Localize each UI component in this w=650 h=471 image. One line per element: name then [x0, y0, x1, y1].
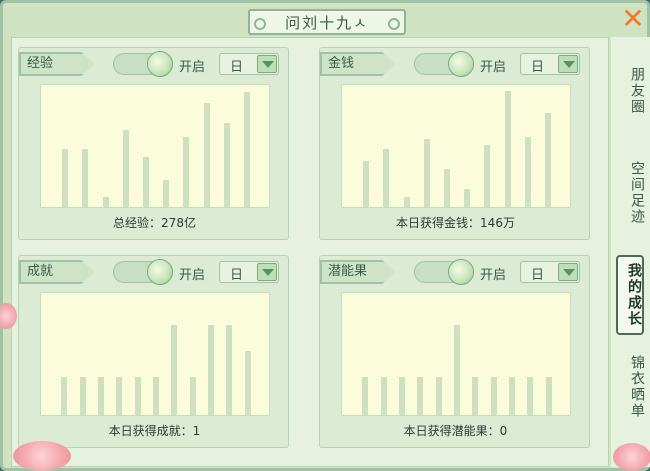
window-title-text: 问刘十九ㅅ	[285, 13, 369, 32]
panel-money: 金钱 开启 日 本日获得金钱：146万	[319, 47, 590, 240]
close-icon[interactable]: ✕	[619, 5, 647, 33]
bar-8	[223, 123, 230, 207]
panel-footer: 总经验：278亿	[113, 216, 196, 230]
panel-experience: 经验 开启 日 总经验：278亿	[18, 47, 289, 240]
bar-1	[380, 377, 387, 415]
bar-3	[116, 377, 123, 415]
period-select[interactable]: 日	[219, 261, 279, 283]
bar-1	[383, 149, 390, 207]
panel-footer: 本日获得成就：1	[108, 424, 201, 438]
toggle-label: 开启	[179, 268, 206, 283]
bar-1	[79, 377, 86, 415]
toggle-switch[interactable]	[113, 259, 173, 285]
bar-9	[527, 377, 534, 415]
bar-1	[82, 149, 89, 207]
toggle-label: 开启	[480, 60, 507, 75]
toggle-knob	[448, 51, 474, 77]
bar-chart	[40, 292, 270, 416]
toggle-switch[interactable]	[414, 51, 474, 77]
bar-0	[61, 377, 68, 415]
lotus-decoration	[613, 443, 650, 471]
bar-9	[243, 92, 250, 207]
bar-0	[362, 377, 369, 415]
tab-label: 我的成长	[626, 263, 642, 327]
bar-4	[134, 377, 141, 415]
bar-2	[403, 197, 410, 207]
tab-outfit-showcase[interactable]: 锦衣晒单	[617, 355, 645, 419]
lotus-decoration	[13, 441, 71, 471]
panel-tag: 潜能果	[320, 260, 396, 284]
tab-label: 朋友圈	[629, 67, 645, 115]
panel-footer: 本日获得潜能果：0	[403, 424, 508, 438]
bar-7	[189, 377, 196, 415]
bar-4	[142, 157, 149, 207]
period-value: 日	[531, 268, 545, 283]
bar-7	[504, 91, 511, 207]
period-value: 日	[230, 268, 244, 283]
bar-9	[544, 113, 551, 207]
panel-tag: 金钱	[320, 52, 396, 76]
bar-3	[423, 139, 430, 207]
growth-window: 问刘十九ㅅ ✕ 朋友圈 空间足迹 我的成长 锦衣晒单 经验 开启 日 总经验：2…	[0, 0, 650, 471]
side-tabs: 朋友圈 空间足迹 我的成长 锦衣晒单	[611, 37, 650, 467]
tab-label: 空间足迹	[629, 161, 645, 225]
bar-0	[62, 149, 69, 207]
period-value: 日	[230, 60, 244, 75]
toggle-switch[interactable]	[113, 51, 173, 77]
bar-7	[490, 377, 497, 415]
bar-6	[484, 145, 491, 207]
bar-3	[417, 377, 424, 415]
bar-8	[208, 325, 215, 415]
bar-chart	[341, 84, 571, 208]
toggle-knob	[448, 259, 474, 285]
bar-4	[443, 169, 450, 207]
toggle-label: 开启	[480, 268, 507, 283]
panel-potential-fruit: 潜能果 开启 日 本日获得潜能果：0	[319, 255, 590, 448]
bar-8	[524, 137, 531, 207]
bar-5	[454, 325, 460, 415]
bar-5	[163, 180, 170, 207]
bar-chart	[40, 84, 270, 208]
bar-10	[244, 351, 251, 415]
bar-8	[509, 377, 516, 415]
chevron-down-icon[interactable]	[257, 263, 277, 281]
toggle-knob	[147, 259, 173, 285]
bar-5	[153, 377, 159, 415]
panel-tag: 成就	[19, 260, 95, 284]
toggle-label: 开启	[179, 60, 206, 75]
bar-chart	[341, 292, 571, 416]
bar-6	[183, 137, 190, 207]
bar-4	[435, 377, 442, 415]
chevron-down-icon[interactable]	[257, 55, 277, 73]
bar-6	[472, 377, 479, 415]
tab-my-growth[interactable]: 我的成长	[616, 255, 644, 335]
bar-3	[122, 130, 129, 207]
bar-6	[171, 325, 178, 415]
period-value: 日	[531, 60, 545, 75]
bar-9	[226, 325, 233, 415]
bar-7	[203, 103, 210, 207]
panel-achievement: 成就 开启 日 本日获得成就：1	[18, 255, 289, 448]
period-select[interactable]: 日	[520, 261, 580, 283]
bar-2	[97, 377, 104, 415]
panel-footer: 本日获得金钱：146万	[396, 216, 515, 230]
bar-5	[464, 189, 471, 207]
tab-label: 锦衣晒单	[629, 355, 645, 419]
toggle-switch[interactable]	[414, 259, 474, 285]
bar-2	[102, 197, 109, 207]
bar-2	[398, 377, 405, 415]
period-select[interactable]: 日	[520, 53, 580, 75]
tab-friends-circle[interactable]: 朋友圈	[617, 67, 645, 115]
toggle-knob	[147, 51, 173, 77]
bar-0	[363, 161, 370, 207]
bar-10	[545, 377, 552, 415]
chevron-down-icon[interactable]	[558, 263, 578, 281]
window-title: 问刘十九ㅅ	[248, 9, 406, 35]
chevron-down-icon[interactable]	[558, 55, 578, 73]
tab-space-footprint[interactable]: 空间足迹	[617, 161, 645, 225]
panel-tag: 经验	[19, 52, 95, 76]
period-select[interactable]: 日	[219, 53, 279, 75]
